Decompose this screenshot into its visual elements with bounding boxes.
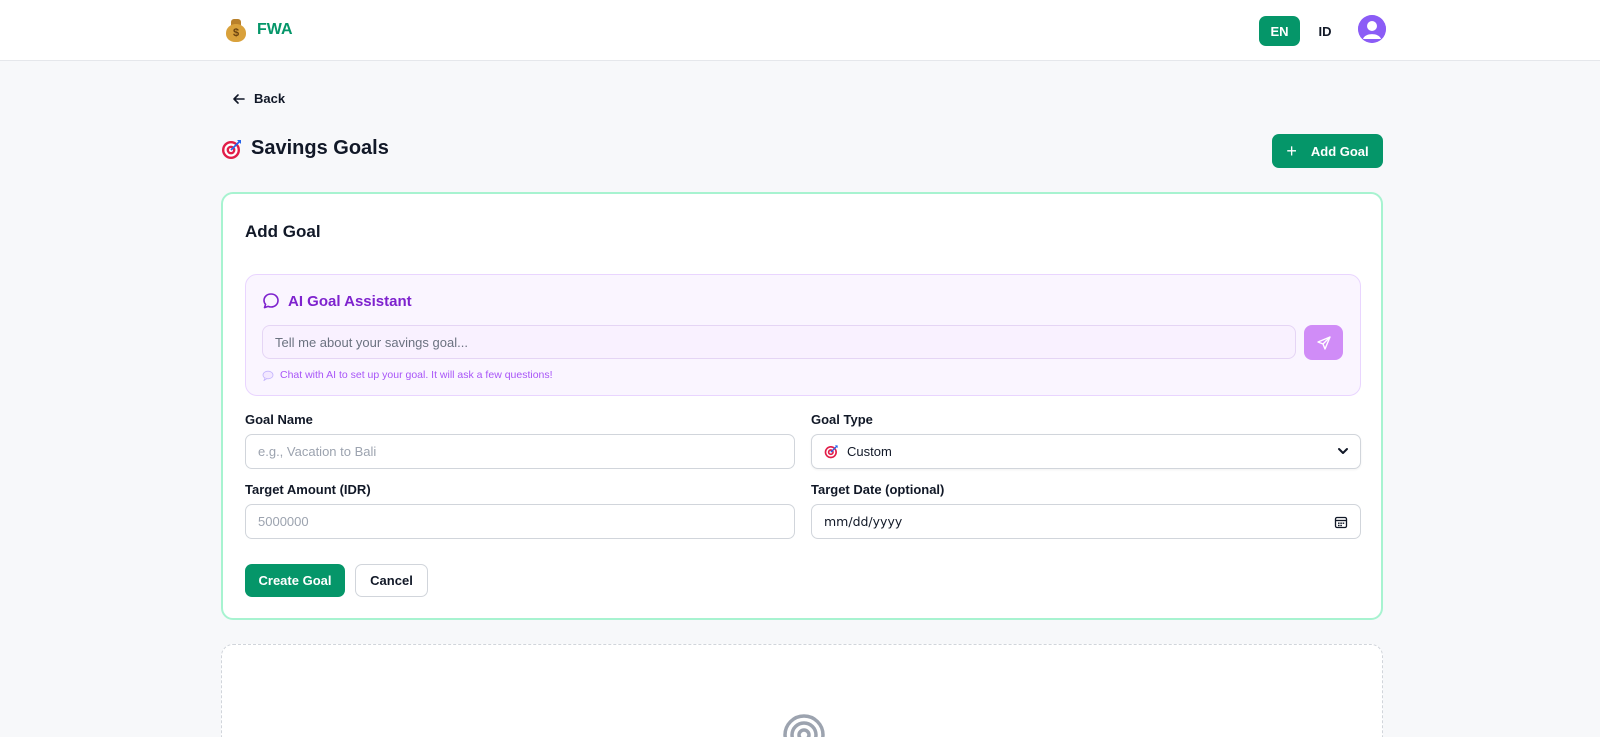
target-icon [222, 139, 241, 159]
brand-name: FWA [257, 21, 293, 38]
target-date-input[interactable]: mm/dd/yyyy [811, 504, 1361, 539]
goal-type-value: Custom [847, 444, 892, 459]
language-id-button[interactable]: ID [1310, 16, 1340, 46]
ai-assistant-hint: Chat with AI to set up your goal. It wil… [262, 369, 553, 381]
ai-send-button[interactable] [1304, 325, 1343, 360]
ai-goal-assistant: AI Goal Assistant Chat with AI to set up… [245, 274, 1361, 396]
ai-assistant-title: AI Goal Assistant [288, 292, 412, 310]
goals-empty-state [221, 644, 1383, 737]
add-goal-button[interactable]: + Add Goal [1272, 134, 1383, 168]
create-goal-button[interactable]: Create Goal [245, 564, 345, 597]
target-rings-icon [783, 714, 825, 737]
ai-assistant-header: AI Goal Assistant [262, 292, 412, 310]
add-goal-label: Add Goal [1310, 143, 1369, 159]
ai-hint-text: Chat with AI to set up your goal. It wil… [280, 369, 553, 381]
user-avatar-icon[interactable] [1358, 15, 1386, 43]
goal-name-input[interactable] [245, 434, 795, 469]
add-goal-form-card: Add Goal AI Goal Assistant Chat with AI … [221, 192, 1383, 620]
chat-bubble-icon [263, 293, 279, 309]
cancel-button[interactable]: Cancel [355, 564, 428, 597]
back-label: Back [254, 91, 286, 106]
goal-name-label: Goal Name [245, 412, 313, 427]
send-icon [1316, 335, 1331, 350]
money-bag-icon: $ [225, 18, 247, 42]
speech-bubble-icon [262, 370, 274, 381]
target-date-placeholder: mm/dd/yyyy [824, 514, 903, 529]
goal-type-select[interactable]: Custom [811, 434, 1361, 469]
goal-type-label: Goal Type [811, 412, 873, 427]
page-title: Savings Goals [251, 137, 389, 159]
back-link[interactable]: Back [232, 91, 285, 106]
arrow-left-icon [233, 93, 245, 104]
form-title: Add Goal [245, 222, 321, 241]
target-icon [824, 445, 838, 459]
top-navbar: $ FWA EN ID [0, 0, 1600, 61]
brand[interactable]: $ FWA [225, 18, 293, 42]
page-header: Savings Goals [221, 137, 389, 160]
calendar-icon[interactable] [1334, 515, 1348, 529]
plus-icon: + [1286, 141, 1297, 161]
target-date-label: Target Date (optional) [811, 482, 945, 497]
target-amount-label: Target Amount (IDR) [245, 482, 371, 497]
ai-chat-input[interactable] [262, 325, 1296, 359]
language-en-button[interactable]: EN [1259, 16, 1300, 46]
target-amount-input[interactable] [245, 504, 795, 539]
chevron-down-icon [1338, 448, 1348, 454]
